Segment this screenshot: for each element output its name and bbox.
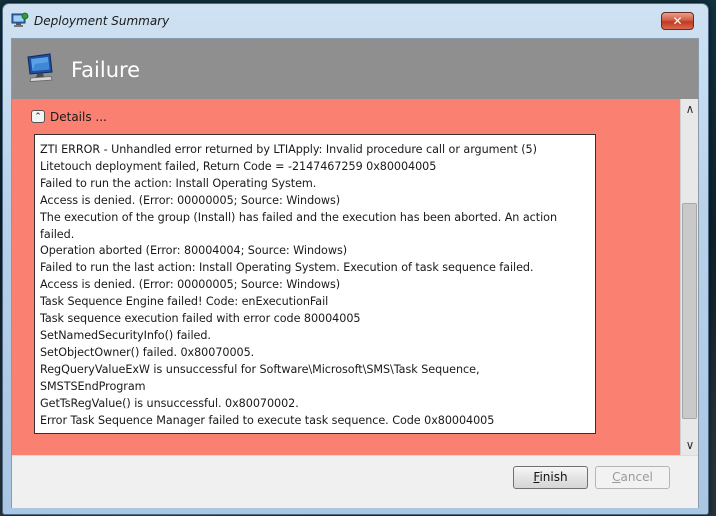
- scroll-down-icon[interactable]: ∨: [683, 437, 697, 453]
- log-line: ZTI ERROR - Unhandled error returned by …: [40, 143, 537, 156]
- button-bar: Finish Cancel: [12, 455, 698, 508]
- log-line: SMSTSEndProgram: [40, 379, 146, 393]
- log-line: SetNamedSecurityInfo() failed.: [40, 328, 211, 342]
- log-line: Operation aborted (Error: 80004004; Sour…: [40, 244, 348, 258]
- scroll-thumb[interactable]: [682, 203, 697, 419]
- log-line: RegQueryValueExW is unsuccessful for Sof…: [40, 362, 480, 376]
- computer-monitor-icon: [25, 53, 57, 83]
- setup-computer-icon: [11, 12, 29, 28]
- log-line: Failed to run the last action: Install O…: [40, 261, 534, 275]
- deployment-summary-window: Deployment Summary ✕ Failure ⌃ Details .…: [2, 3, 709, 515]
- vertical-scrollbar[interactable]: ∧ ∨: [680, 99, 698, 455]
- status-header: Failure: [12, 39, 698, 99]
- details-panel: ⌃ Details ... ZTI ERROR - Unhandled erro…: [12, 99, 680, 455]
- log-line: Failed to run the action: Install Operat…: [40, 176, 317, 190]
- log-line: Litetouch deployment failed, Return Code…: [40, 159, 437, 173]
- log-line: Task sequence execution failed with erro…: [40, 312, 361, 326]
- log-line: Access is denied. (Error: 00000005; Sour…: [40, 193, 341, 207]
- finish-button[interactable]: Finish: [513, 466, 588, 489]
- log-line: Access is denied. (Error: 00000005; Sour…: [40, 278, 341, 292]
- log-line: Error Task Sequence Manager failed to ex…: [40, 413, 495, 427]
- title-bar[interactable]: Deployment Summary ✕: [3, 4, 708, 36]
- log-line: GetTsRegValue() is unsuccessful. 0x80070…: [40, 396, 299, 410]
- scroll-up-icon[interactable]: ∧: [683, 101, 697, 117]
- close-button[interactable]: ✕: [661, 12, 694, 30]
- log-line: failed.: [40, 227, 75, 241]
- error-log-box[interactable]: ZTI ERROR - Unhandled error returned by …: [34, 134, 596, 434]
- client-area: Failure ⌃ Details ... ZTI ERROR - Unhand…: [11, 38, 699, 508]
- cancel-button[interactable]: Cancel: [595, 466, 670, 489]
- log-line: SetObjectOwner() failed. 0x80070005.: [40, 345, 255, 359]
- details-label[interactable]: Details ...: [50, 110, 107, 124]
- log-line: The execution of the group (Install) has…: [40, 210, 557, 224]
- page-title: Failure: [71, 58, 141, 82]
- collapse-details-button[interactable]: ⌃: [31, 110, 45, 123]
- window-title: Deployment Summary: [34, 14, 170, 28]
- log-line: Task Sequence Engine failed! Code: enExe…: [40, 295, 329, 309]
